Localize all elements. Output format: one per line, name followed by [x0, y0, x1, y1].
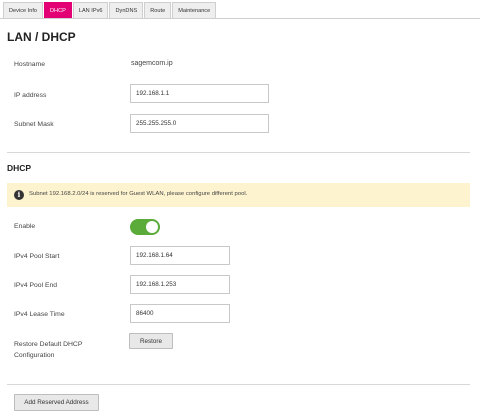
- page-title: LAN / DHCP: [7, 30, 76, 44]
- enable-label: Enable: [14, 223, 36, 230]
- pool-end-label: IPv4 Pool End: [14, 282, 58, 289]
- guest-wlan-alert: i Subnet 192.168.2.0/24 is reserved for …: [7, 183, 470, 207]
- dhcp-enable-toggle[interactable]: [130, 219, 160, 235]
- toggle-knob: [146, 221, 158, 233]
- tab-bar: Device Info DHCP LAN IPv6 DynDNS Route M…: [3, 2, 217, 18]
- pool-start-input[interactable]: [130, 246, 230, 265]
- ip-address-input[interactable]: [130, 84, 269, 103]
- ip-address-label: IP address: [14, 92, 47, 99]
- pool-end-input[interactable]: [130, 275, 230, 294]
- tab-device-info[interactable]: Device Info: [3, 2, 43, 18]
- info-icon: i: [14, 190, 24, 200]
- hostname-value: sagemcom.ip: [131, 60, 173, 67]
- subnet-mask-input[interactable]: [130, 114, 269, 133]
- hostname-label: Hostname: [14, 61, 45, 68]
- tab-bar-underline: [0, 18, 480, 19]
- alert-message: Subnet 192.168.2.0/24 is reserved for Gu…: [29, 191, 248, 197]
- lease-time-input[interactable]: [130, 304, 230, 323]
- tab-route[interactable]: Route: [144, 2, 172, 18]
- tab-maintenance[interactable]: Maintenance: [172, 2, 217, 18]
- add-reserved-address-button[interactable]: Add Reserved Address: [14, 394, 99, 411]
- lease-time-label: IPv4 Lease Time: [14, 311, 65, 318]
- pool-start-label: IPv4 Pool Start: [14, 253, 60, 260]
- restore-default-label-line2: Configuration: [14, 352, 55, 359]
- subnet-mask-label: Subnet Mask: [14, 121, 54, 128]
- bottom-divider: [7, 384, 470, 385]
- tab-dyndns[interactable]: DynDNS: [109, 2, 144, 18]
- tab-dhcp[interactable]: DHCP: [43, 2, 72, 18]
- section-divider: [7, 152, 470, 153]
- restore-default-label-line1: Restore Default DHCP: [14, 341, 83, 348]
- restore-button[interactable]: Restore: [129, 333, 173, 349]
- tab-lan-ipv6[interactable]: LAN IPv6: [72, 2, 109, 18]
- dhcp-section-title: DHCP: [7, 163, 32, 173]
